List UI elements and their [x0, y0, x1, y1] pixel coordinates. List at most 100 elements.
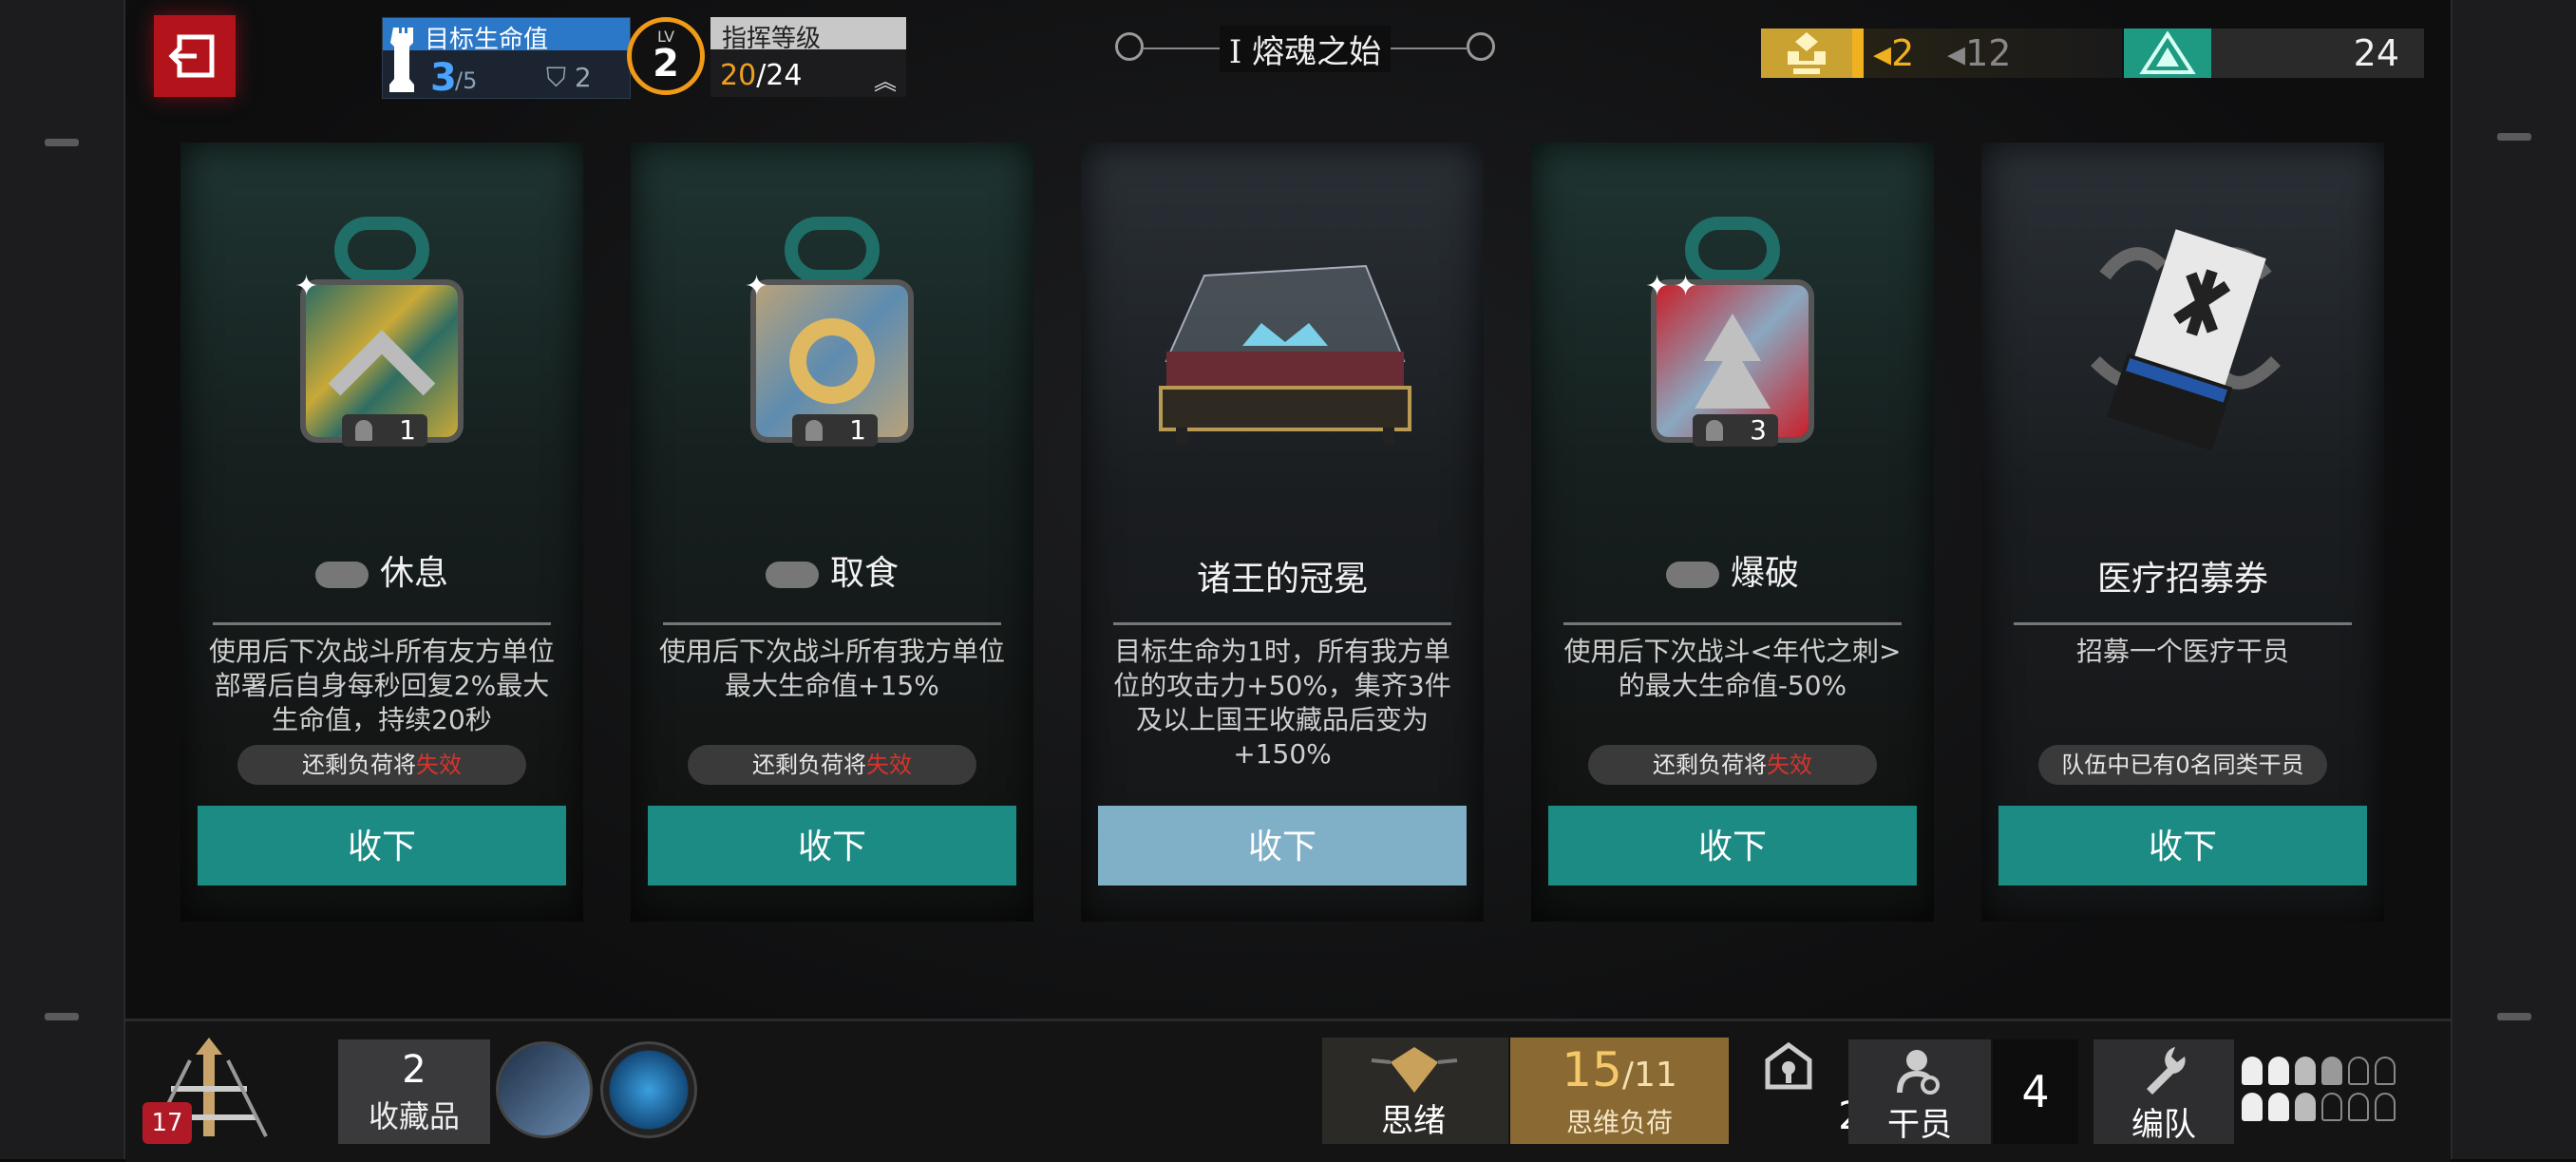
crown-relic-icon	[1147, 247, 1423, 447]
operators-button[interactable]: 干员	[1848, 1039, 1991, 1144]
squad-slot-filled	[2268, 1093, 2289, 1121]
load-max: /11	[1621, 1056, 1677, 1095]
card-glyph	[334, 217, 429, 283]
recruit-ticket-icon	[2076, 219, 2295, 456]
card-divider	[2014, 622, 2352, 625]
sparkle-icon: ✦	[294, 270, 319, 303]
chevron-up-icon: ︽	[874, 68, 897, 95]
squad-slot-filled	[2242, 1093, 2263, 1121]
card-title: 取食	[631, 545, 1033, 595]
title-dot	[1115, 32, 1144, 61]
card-title-text: 休息	[379, 554, 448, 593]
accept-button[interactable]: 收下	[648, 806, 1016, 886]
exit-button[interactable]	[154, 15, 236, 97]
squad-label: 编队	[2131, 1106, 2196, 1144]
load-value: 15/11	[1510, 1043, 1729, 1102]
card-divider	[1113, 622, 1451, 625]
sparkle-icon: ✦	[1645, 270, 1670, 303]
wrench-icon	[2147, 1047, 2186, 1095]
person-icon	[1706, 420, 1723, 441]
frame-notch	[2497, 1013, 2531, 1020]
mental-load-panel: 15/11 思维负荷	[1510, 1038, 1729, 1144]
stage-name-text: 熔魂之始	[1252, 32, 1382, 71]
squad-slot-filled	[2268, 1057, 2289, 1085]
ingot-icon	[1761, 29, 1852, 78]
card-title: 爆破	[1531, 545, 1934, 595]
card-glyph	[785, 217, 880, 283]
expiry-middle: 负荷将	[348, 752, 416, 778]
command-label: 指挥等级	[722, 25, 822, 53]
card-title-text: 取食	[829, 554, 899, 593]
expiry-prefix: 还剩	[1653, 752, 1698, 778]
command-exp: 20/24	[720, 59, 802, 92]
accept-button[interactable]: 收下	[1098, 806, 1467, 886]
expiry-note: 还剩负荷将失效	[1588, 745, 1877, 785]
expiry-prefix: 还剩	[752, 752, 798, 778]
hope-value: 24	[2353, 32, 2399, 74]
reward-card-crown[interactable]: 诸王的冠冕 目标生命为1时，所有我方单位的攻击力+50%，集齐3件及以上国王收藏…	[1081, 143, 1484, 922]
token-count-value: 1	[849, 414, 866, 446]
home-key-counter[interactable]: 2	[1755, 1041, 1863, 1146]
rook-icon	[389, 28, 414, 92]
reward-card-eat[interactable]: ✦ 1 取食 使用后下次战斗所有我方单位最大生命值+15% 还剩负荷将失效 收下	[631, 143, 1033, 922]
squad-slot-empty	[2375, 1057, 2396, 1085]
expiry-suffix: 失效	[866, 752, 912, 778]
sparkle-icon: ✦	[745, 270, 769, 303]
card-divider	[213, 622, 551, 625]
squad-slot-filled	[2295, 1057, 2316, 1085]
right-frame	[2451, 0, 2576, 1159]
load-label: 思维负荷	[1565, 1107, 1673, 1138]
accept-button[interactable]: 收下	[198, 806, 566, 886]
reward-card-medic-ticket[interactable]: 医疗招募券 招募一个医疗干员 队伍中已有0名同类干员 收下	[1981, 143, 2384, 922]
thought-label: 思绪	[1381, 1102, 1446, 1140]
card-divider	[1563, 622, 1902, 625]
reward-card-blast[interactable]: ✦ ✦ 3 爆破 使用后下次战斗<年代之刺>的最大生命值-50% 还剩负荷将失效…	[1531, 143, 1934, 922]
card-title: 医疗招募券	[2096, 560, 2268, 599]
squad-button[interactable]: 编队	[2093, 1039, 2234, 1144]
card-title: 诸王的冠冕	[1196, 560, 1368, 599]
hope-counter[interactable]: 24	[2124, 29, 2424, 78]
ingot-previous: ◂12	[1947, 32, 2012, 74]
reward-card-rest[interactable]: ✦ 1 休息 使用后下次战斗所有友方单位部署后自身每秒回复2%最大生命值，持续2…	[180, 143, 583, 922]
collected-relic-book[interactable]	[496, 1041, 593, 1138]
person-icon	[805, 420, 823, 441]
squad-note: 队伍中已有0名同类干员	[2038, 745, 2327, 785]
ingot-counter[interactable]: ◂2 ◂12	[1761, 29, 2122, 78]
ingot-separator	[1852, 29, 1864, 78]
accept-button[interactable]: 收下	[1548, 806, 1917, 886]
thought-button[interactable]: 思绪	[1322, 1038, 1508, 1144]
hp-max: /5	[455, 67, 478, 94]
token-count: 1	[792, 414, 878, 447]
token-count-value: 3	[1750, 414, 1767, 446]
shield-count: 2	[574, 62, 592, 93]
token-count-value: 1	[399, 414, 416, 446]
level-badge: LV 2	[627, 17, 705, 95]
expiry-middle: 负荷将	[1698, 752, 1767, 778]
sparkle-icon: ✦	[1674, 270, 1698, 303]
expiry-note: 还剩负荷将失效	[237, 745, 526, 785]
gear-icon	[765, 562, 819, 588]
collection-button[interactable]: 2 收藏品	[338, 1039, 490, 1144]
stage-name: I 熔魂之始	[1219, 25, 1392, 72]
command-max: /24	[756, 59, 803, 92]
command-current: 20	[720, 59, 757, 92]
squad-slots	[2242, 1049, 2432, 1134]
expiry-note: 还剩负荷将失效	[688, 745, 976, 785]
left-frame	[0, 0, 125, 1159]
token-count: 1	[342, 414, 427, 447]
card-description: 使用后下次战斗所有我方单位最大生命值+15%	[658, 636, 1005, 701]
card-description: 使用后下次战斗所有友方单位部署后自身每秒回复2%最大生命值，持续20秒	[208, 636, 555, 735]
card-description: 使用后下次战斗<年代之刺>的最大生命值-50%	[1563, 636, 1902, 701]
collection-count: 2	[402, 1048, 426, 1092]
gear-icon	[1665, 562, 1719, 588]
squad-slot-empty	[2321, 1093, 2342, 1121]
key-icon	[1765, 1041, 1812, 1090]
load-current: 15	[1562, 1042, 1622, 1097]
squad-slot-empty	[2375, 1093, 2396, 1121]
card-title-text: 爆破	[1730, 554, 1799, 593]
level-value: 2	[653, 42, 679, 86]
collected-relic-vase[interactable]	[600, 1041, 697, 1138]
card-divider	[663, 622, 1001, 625]
accept-button[interactable]: 收下	[1998, 806, 2367, 886]
person-icon	[355, 420, 372, 441]
